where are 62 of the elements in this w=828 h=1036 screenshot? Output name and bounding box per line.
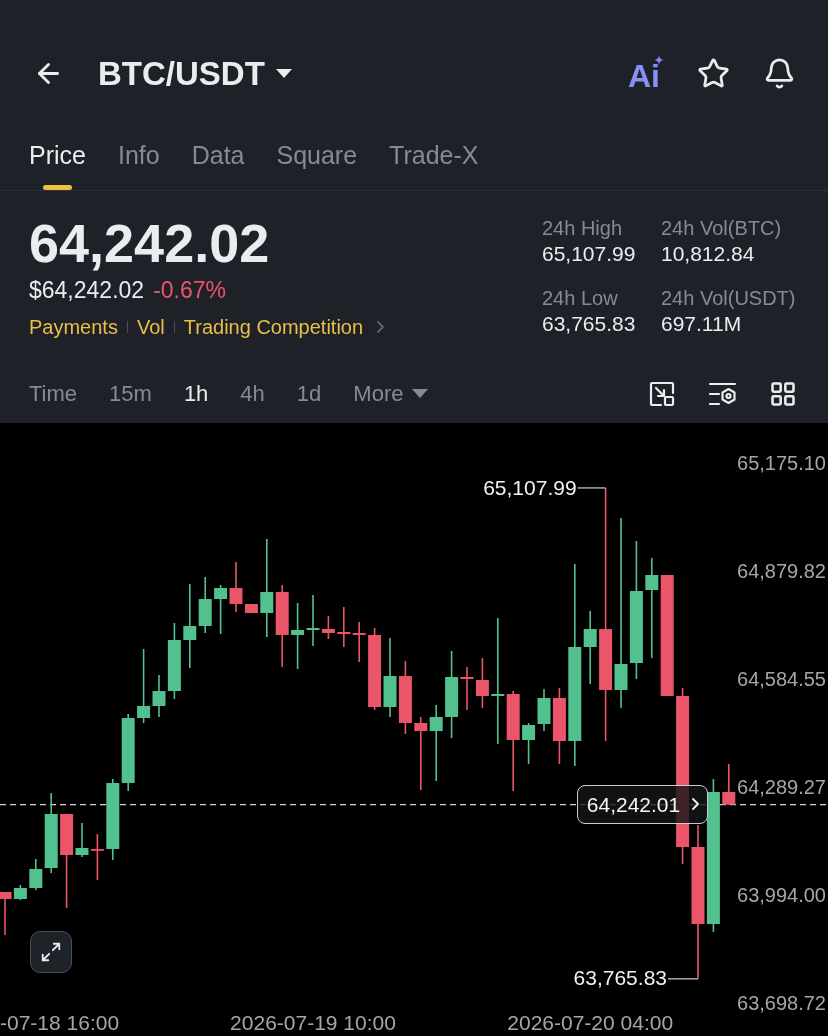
pair-selector[interactable]: BTC/USDT bbox=[98, 53, 292, 94]
candle bbox=[722, 762, 736, 806]
interval-option[interactable]: 4h bbox=[240, 378, 265, 409]
notification-button[interactable] bbox=[763, 57, 796, 91]
interval-option[interactable]: 1h bbox=[183, 378, 209, 409]
stat-label: 24h High bbox=[542, 215, 624, 241]
interval-option[interactable]: 15m bbox=[109, 378, 152, 409]
stat-value: 10,812.84 bbox=[661, 240, 756, 267]
tag-link[interactable]: Payments bbox=[29, 312, 118, 341]
stat-label: 24h Vol(BTC) bbox=[661, 215, 783, 241]
stat-label: 24h Low bbox=[542, 285, 619, 311]
tag-link[interactable]: Trading Competition bbox=[183, 312, 364, 341]
sparkle-icon bbox=[654, 54, 664, 65]
interval-option[interactable]: Time bbox=[29, 378, 78, 409]
box-arrow-icon bbox=[648, 379, 676, 408]
low-price-label: 63,765.83 bbox=[573, 965, 667, 992]
candle bbox=[90, 832, 104, 881]
stat-value: 697.11M bbox=[661, 310, 743, 337]
bell-icon bbox=[763, 57, 796, 91]
tag-link[interactable]: Vol bbox=[136, 312, 165, 341]
chart-window-button[interactable] bbox=[648, 379, 676, 408]
usd-price: $64,242.02 bbox=[29, 275, 145, 304]
layout-button[interactable] bbox=[769, 379, 797, 408]
tab[interactable]: Info bbox=[117, 138, 160, 190]
more-dropdown[interactable]: More bbox=[353, 378, 429, 409]
price-axis-label: 63,698.72 bbox=[737, 990, 826, 1016]
stat-value: 63,765.83 bbox=[542, 310, 637, 337]
ai-button[interactable]: Ai bbox=[628, 54, 664, 93]
tab[interactable]: Trade-X bbox=[389, 138, 479, 190]
high-price-label: 65,107.99 bbox=[483, 474, 577, 501]
chevron-right-icon bbox=[377, 320, 385, 333]
expand-icon bbox=[40, 940, 62, 963]
leader-line bbox=[577, 486, 607, 489]
price-axis-label: 64,584.55 bbox=[737, 666, 826, 692]
stat-value: 65,107.99 bbox=[542, 240, 637, 267]
caret-icon bbox=[275, 69, 292, 79]
chevron-right-icon bbox=[692, 798, 700, 811]
time-axis-label: -07-18 16:00 bbox=[0, 1009, 120, 1036]
price-change: -0.67% bbox=[153, 275, 226, 304]
grid-icon bbox=[769, 379, 797, 408]
price-axis-label: 63,994.00 bbox=[737, 882, 826, 908]
price-axis-label: 65,175.10 bbox=[737, 450, 826, 476]
stat-label: 24h Vol(USDT) bbox=[661, 285, 797, 311]
candle bbox=[291, 601, 305, 670]
leader-line bbox=[667, 977, 699, 980]
candle bbox=[337, 605, 351, 648]
candle bbox=[522, 721, 536, 765]
tab[interactable]: Data bbox=[191, 138, 245, 190]
price-axis-label: 64,879.82 bbox=[737, 558, 826, 584]
interval-option[interactable]: 1d bbox=[296, 378, 322, 409]
candle bbox=[214, 583, 228, 635]
candle bbox=[475, 656, 489, 709]
caret-icon bbox=[412, 389, 429, 399]
last-price-tag[interactable]: 64,242.01 bbox=[576, 784, 708, 824]
time-axis-label: 2026-07-20 04:00 bbox=[507, 1009, 674, 1036]
time-axis-label: 2026-07-19 10:00 bbox=[230, 1009, 396, 1036]
candle bbox=[352, 620, 366, 663]
tab[interactable]: Price bbox=[29, 138, 86, 190]
tab[interactable]: Square bbox=[276, 138, 358, 190]
expand-button[interactable] bbox=[30, 930, 72, 973]
last-price: 64,242.02 bbox=[29, 212, 270, 273]
price-axis-label: 64,289.27 bbox=[737, 774, 826, 800]
